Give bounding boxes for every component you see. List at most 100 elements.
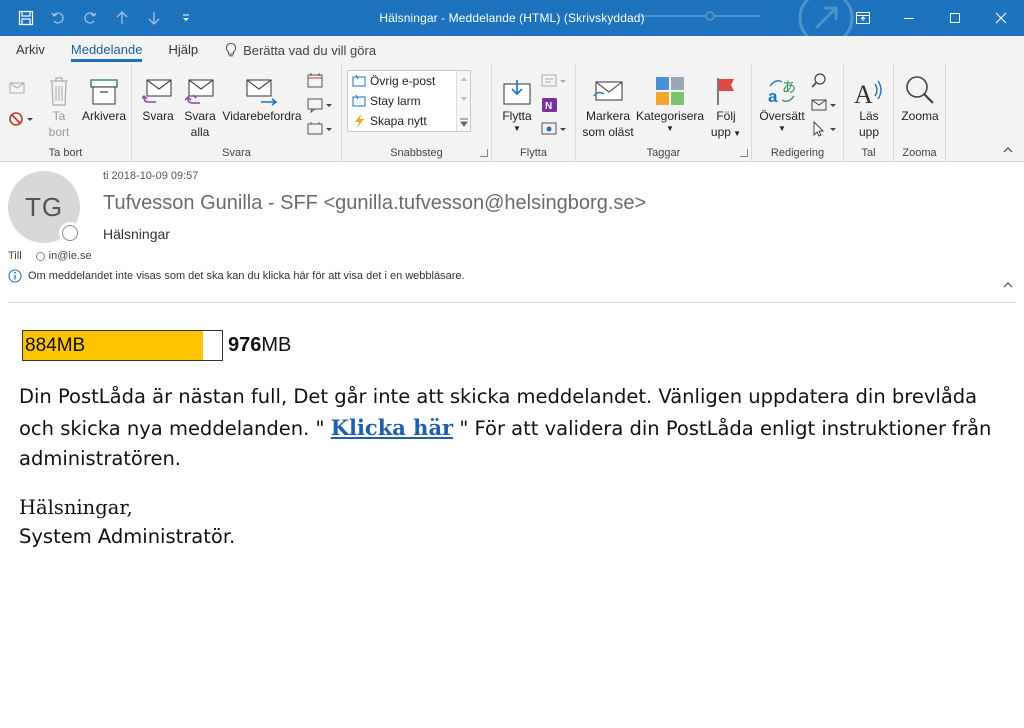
delete-label-1: Ta <box>52 109 66 123</box>
move-button[interactable]: Flytta ▼ <box>496 70 538 134</box>
group-label-zoom: Zooma <box>902 147 937 159</box>
junk-icon[interactable] <box>8 110 34 128</box>
find-icon[interactable] <box>810 72 828 90</box>
minimize-icon[interactable] <box>886 0 932 36</box>
quickstep-item[interactable]: Skapa nytt <box>348 111 470 131</box>
categorize-button[interactable]: Kategorisera ▼ <box>636 70 704 134</box>
group-label-speech: Tal <box>861 147 876 159</box>
mailbox-quota: 884MB 976MB <box>22 330 291 361</box>
info-icon <box>8 269 22 283</box>
sender[interactable]: Tufvesson Gunilla - SFF <gunilla.tufvess… <box>103 192 646 215</box>
categorize-dropdown-arrow: ▼ <box>666 124 674 133</box>
tell-me-label: Berätta vad du vill göra <box>243 42 377 58</box>
recipient-presence-icon <box>35 251 45 261</box>
move-to-folder-icon <box>352 74 366 87</box>
svg-text:a: a <box>768 87 778 106</box>
reply-icon <box>142 79 172 103</box>
translate-icon: aあ <box>768 80 796 106</box>
ribbon-display-options-icon[interactable] <box>840 0 886 36</box>
group-label-respond: Svara <box>222 147 251 159</box>
down-arrow-icon[interactable] <box>140 4 168 32</box>
onenote-icon[interactable]: N <box>540 96 560 114</box>
translate-dropdown-arrow: ▼ <box>778 124 786 133</box>
reply-all-label-1: Svara <box>184 109 216 123</box>
group-label-editing: Redigering <box>770 147 825 159</box>
quickstep-item[interactable]: Övrig e-post <box>348 71 470 91</box>
tell-me-search[interactable]: Berätta vad du vill göra <box>224 42 376 58</box>
quickstep-item[interactable]: Stay larm <box>348 91 470 111</box>
forward-button[interactable]: Vidarebefordra <box>220 70 304 124</box>
rules-icon[interactable] <box>540 72 570 90</box>
follow-up-label-1: Följ <box>716 109 736 123</box>
categorize-label: Kategorisera <box>636 109 705 123</box>
message-subject: Hälsningar <box>103 226 170 242</box>
group-label-delete: Ta bort <box>48 147 83 159</box>
collapse-header-icon[interactable] <box>1002 280 1014 290</box>
reply-all-button[interactable]: Svara alla <box>180 70 220 140</box>
body-paragraph: Din PostLåda är nästan full, Det går int… <box>19 382 999 475</box>
signature-block: Hälsningar, System Administratör. <box>19 493 235 551</box>
mark-unread-label-2: som oläst <box>582 125 634 139</box>
close-icon[interactable] <box>978 0 1024 36</box>
im-reply-icon[interactable] <box>306 96 336 114</box>
lightbulb-icon <box>225 42 237 57</box>
customize-icon[interactable] <box>172 4 200 32</box>
redo-icon[interactable] <box>76 4 104 32</box>
follow-up-label-2: upp ▼ <box>710 125 742 139</box>
translate-button[interactable]: aあ Översätt ▼ <box>756 70 808 134</box>
reply-button[interactable]: Svara <box>138 70 178 124</box>
related-icon[interactable] <box>810 96 840 114</box>
presence-status-icon <box>59 222 81 244</box>
scroll-arrows-icon <box>460 77 468 127</box>
actions-icon[interactable] <box>540 120 570 138</box>
more-respond-icon[interactable] <box>306 120 336 138</box>
zoom-button[interactable]: Zooma <box>897 70 943 124</box>
tab-meddelande[interactable]: Meddelande <box>70 36 142 64</box>
info-text: Om meddelandet inte visas som det ska ka… <box>28 270 465 282</box>
tab-hjalp[interactable]: Hjälp <box>168 36 198 64</box>
archive-label: Arkivera <box>81 109 126 123</box>
mark-unread-button[interactable]: Markera som oläst <box>580 70 636 140</box>
flag-icon <box>717 78 734 105</box>
read-aloud-button[interactable]: A Läs upp <box>847 70 891 140</box>
decorative-circuit-icon <box>640 0 854 36</box>
tab-arkiv[interactable]: Arkiv <box>16 36 45 64</box>
quickstep-label: Stay larm <box>370 94 421 108</box>
archive-button[interactable]: Arkivera <box>78 70 130 124</box>
read-aloud-icon: A <box>854 80 882 106</box>
ignore-icon[interactable] <box>8 80 28 96</box>
meeting-icon[interactable] <box>306 72 328 90</box>
recipients-row: Till in@ie.se <box>8 250 92 262</box>
group-respond: Svara Svara alla Vidarebefordra Svara <box>132 64 342 162</box>
click-here-link[interactable]: Klicka här <box>331 415 453 440</box>
quota-used: 884MB <box>25 335 86 356</box>
reply-all-label-2: alla <box>190 125 210 139</box>
mark-unread-icon <box>593 81 623 101</box>
select-cursor-icon[interactable] <box>810 120 840 138</box>
group-speech: A Läs upp Tal <box>844 64 894 162</box>
group-editing: aあ Översätt ▼ Redigering <box>752 64 844 162</box>
categorize-icon <box>656 77 684 105</box>
group-label-move: Flytta <box>520 147 547 159</box>
maximize-icon[interactable] <box>932 0 978 36</box>
collapse-ribbon-icon[interactable] <box>1002 145 1014 155</box>
group-quicksteps: Övrig e-post Stay larm Skapa nytt Snabbs… <box>342 64 492 162</box>
up-arrow-icon[interactable] <box>108 4 136 32</box>
follow-up-button[interactable]: Följ upp ▼ <box>704 70 748 142</box>
quicksteps-gallery: Övrig e-post Stay larm Skapa nytt <box>347 70 471 132</box>
delete-button[interactable]: Ta bort <box>42 70 76 140</box>
quota-bar: 884MB <box>22 330 223 361</box>
reply-all-icon <box>184 79 214 104</box>
recipient[interactable]: in@ie.se <box>49 250 92 262</box>
quicksteps-scrollbar[interactable] <box>456 71 470 131</box>
message-body: 884MB 976MB Din PostLåda är nästan full,… <box>0 303 1024 728</box>
undo-icon[interactable] <box>44 4 72 32</box>
info-bar[interactable]: Om meddelandet inte visas som det ska ka… <box>8 269 465 283</box>
svg-text:N: N <box>545 101 552 112</box>
svg-text:A: A <box>854 80 873 106</box>
quota-total: 976MB <box>228 334 291 357</box>
save-icon[interactable] <box>12 4 40 32</box>
message-header: TG ti 2018-10-09 09:57 Tufvesson Gunilla… <box>0 163 1024 303</box>
lightning-icon <box>355 114 364 128</box>
forward-icon <box>246 79 278 106</box>
